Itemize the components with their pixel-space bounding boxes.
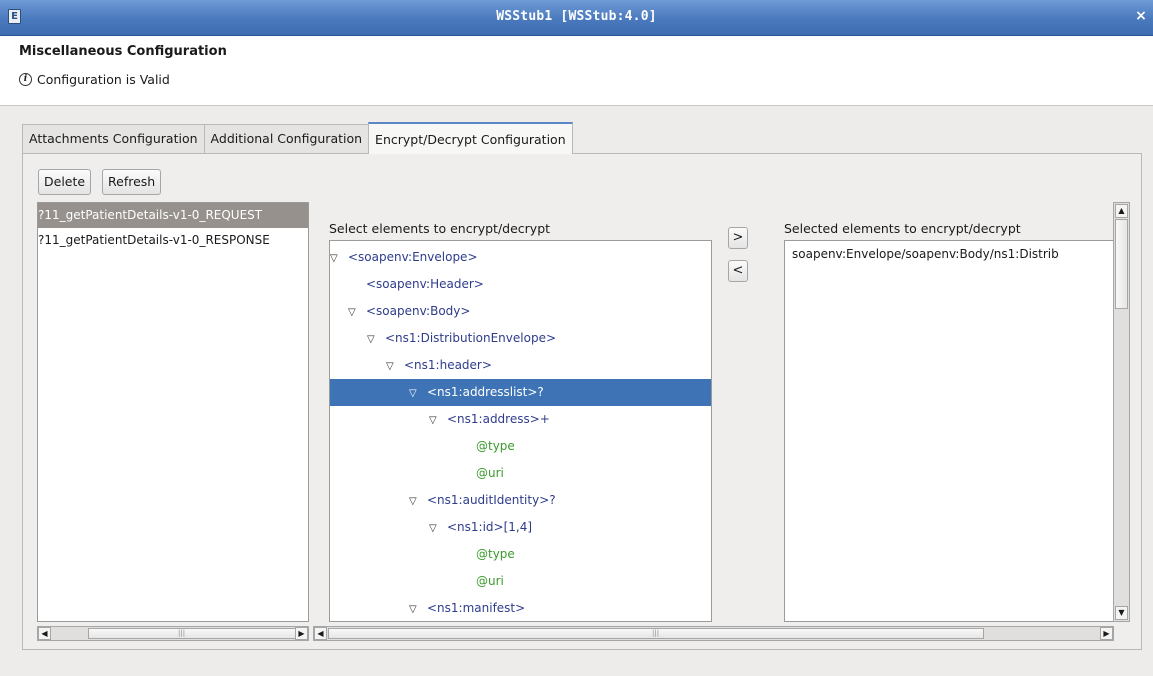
panels-horizontal-scrollbar[interactable]: ◀ ||| ▶ bbox=[313, 626, 1114, 641]
refresh-button[interactable]: Refresh bbox=[102, 169, 162, 195]
close-icon[interactable]: × bbox=[1133, 8, 1149, 24]
scroll-grip: ||| bbox=[178, 629, 186, 637]
tree-row-label: <ns1:DistributionEnvelope> bbox=[385, 331, 556, 345]
tab-encrypt-decrypt-configuration[interactable]: Encrypt/Decrypt Configuration bbox=[368, 122, 573, 154]
validation-status: i Configuration is Valid bbox=[19, 72, 170, 87]
tab-attachments-configuration[interactable]: Attachments Configuration bbox=[22, 124, 205, 154]
scroll-up-icon[interactable]: ▲ bbox=[1115, 204, 1128, 218]
tree-row-label: @type bbox=[476, 439, 515, 453]
tree-row-addresslist[interactable]: ▽ <ns1:addresslist>? bbox=[330, 379, 711, 406]
page-title: Miscellaneous Configuration bbox=[19, 44, 227, 59]
selected-panel-label: Selected elements to encrypt/decrypt bbox=[784, 221, 1021, 236]
tree-row-audit-identity[interactable]: ▽ <ns1:auditIdentity>? bbox=[330, 487, 711, 514]
expanded-triangle-icon[interactable]: ▽ bbox=[409, 380, 427, 407]
tab-additional-configuration[interactable]: Additional Configuration bbox=[203, 124, 370, 154]
tree-row-ns1-header[interactable]: ▽ <ns1:header> bbox=[330, 352, 711, 379]
tree-row-label: <soapenv:Body> bbox=[366, 304, 471, 318]
tree-row-label: <soapenv:Envelope> bbox=[348, 250, 478, 264]
scroll-left-icon[interactable]: ◀ bbox=[314, 627, 327, 640]
expanded-triangle-icon[interactable]: ▽ bbox=[348, 299, 366, 326]
expanded-triangle-icon[interactable]: ▽ bbox=[367, 326, 385, 353]
expanded-triangle-icon[interactable]: ▽ bbox=[330, 245, 348, 272]
scroll-right-icon[interactable]: ▶ bbox=[295, 627, 308, 640]
tree-row-attribute-type[interactable]: @type bbox=[330, 433, 711, 460]
scroll-grip: ||| bbox=[652, 629, 660, 637]
expanded-triangle-icon[interactable]: ▽ bbox=[429, 515, 447, 542]
scroll-right-icon[interactable]: ▶ bbox=[1100, 627, 1113, 640]
expanded-triangle-icon[interactable]: ▽ bbox=[429, 407, 447, 434]
element-tree[interactable]: ▽ <soapenv:Envelope> <soapenv:Header> ▽ <s… bbox=[329, 240, 712, 622]
delete-button[interactable]: Delete bbox=[38, 169, 92, 195]
operations-horizontal-scrollbar[interactable]: ◀ ||| ▶ bbox=[37, 626, 309, 641]
encrypt-decrypt-panel: Delete Refresh ?11_getPatientDetails-v1-… bbox=[22, 153, 1142, 650]
tree-row-soapenv-envelope[interactable]: ▽ <soapenv:Envelope> bbox=[330, 244, 711, 271]
tree-row-attribute-uri[interactable]: @uri bbox=[330, 460, 711, 487]
operation-item-response[interactable]: ?11_getPatientDetails-v1-0_RESPONSE bbox=[38, 228, 308, 253]
window-title: WSStub1 [WSStub:4.0] bbox=[496, 9, 657, 24]
tree-row-label: <soapenv:Header> bbox=[366, 277, 484, 291]
tree-row-attribute-type[interactable]: @type bbox=[330, 541, 711, 568]
operation-item-request[interactable]: ?11_getPatientDetails-v1-0_REQUEST bbox=[38, 203, 308, 228]
tree-row-label: <ns1:addresslist>? bbox=[427, 385, 544, 399]
tree-row-label: <ns1:id>[1,4] bbox=[447, 520, 533, 534]
tree-row-address[interactable]: ▽ <ns1:address>+ bbox=[330, 406, 711, 433]
add-selection-button[interactable]: > bbox=[728, 227, 748, 249]
tree-panel-label: Select elements to encrypt/decrypt bbox=[329, 221, 551, 236]
status-text: Configuration is Valid bbox=[37, 72, 170, 87]
tree-row-label: <ns1:header> bbox=[404, 358, 492, 372]
tree-row-distribution-envelope[interactable]: ▽ <ns1:DistributionEnvelope> bbox=[330, 325, 711, 352]
tree-row-label: <ns1:address>+ bbox=[447, 412, 550, 426]
horizontal-scroll-thumb[interactable] bbox=[88, 628, 298, 639]
remove-selection-button[interactable]: < bbox=[728, 260, 748, 282]
selected-elements-list[interactable]: soapenv:Envelope/soapenv:Body/ns1:Distri… bbox=[784, 240, 1119, 622]
scroll-down-icon[interactable]: ▼ bbox=[1115, 606, 1128, 620]
tree-row-soapenv-body[interactable]: ▽ <soapenv:Body> bbox=[330, 298, 711, 325]
window-titlebar[interactable]: E WSStub1 [WSStub:4.0] × bbox=[0, 0, 1153, 36]
expanded-triangle-icon[interactable]: ▽ bbox=[409, 488, 427, 515]
vertical-scrollbar[interactable]: ▲ ▼ bbox=[1113, 202, 1130, 622]
tree-row-soapenv-header[interactable]: <soapenv:Header> bbox=[330, 271, 711, 298]
tree-row-label: @uri bbox=[476, 466, 504, 480]
tree-row-label: @type bbox=[476, 547, 515, 561]
header-area: Miscellaneous Configuration i Configurat… bbox=[0, 36, 1153, 106]
tree-row-label: @uri bbox=[476, 574, 504, 588]
scroll-left-icon[interactable]: ◀ bbox=[38, 627, 51, 640]
expanded-triangle-icon[interactable]: ▽ bbox=[409, 596, 427, 621]
tree-row-label: <ns1:auditIdentity>? bbox=[427, 493, 556, 507]
info-icon: i bbox=[19, 73, 32, 86]
tree-row-label: <ns1:manifest> bbox=[427, 601, 526, 615]
tree-row-manifest[interactable]: ▽ <ns1:manifest> bbox=[330, 595, 711, 621]
tree-row-id[interactable]: ▽ <ns1:id>[1,4] bbox=[330, 514, 711, 541]
tree-row-attribute-uri[interactable]: @uri bbox=[330, 568, 711, 595]
tab-bar: Attachments Configuration Additional Con… bbox=[22, 122, 573, 154]
expanded-triangle-icon[interactable]: ▽ bbox=[386, 353, 404, 380]
selected-element-entry[interactable]: soapenv:Envelope/soapenv:Body/ns1:Distri… bbox=[785, 241, 1118, 267]
vertical-scroll-thumb[interactable] bbox=[1115, 219, 1128, 309]
operations-list[interactable]: ?11_getPatientDetails-v1-0_REQUEST ?11_g… bbox=[37, 202, 309, 622]
